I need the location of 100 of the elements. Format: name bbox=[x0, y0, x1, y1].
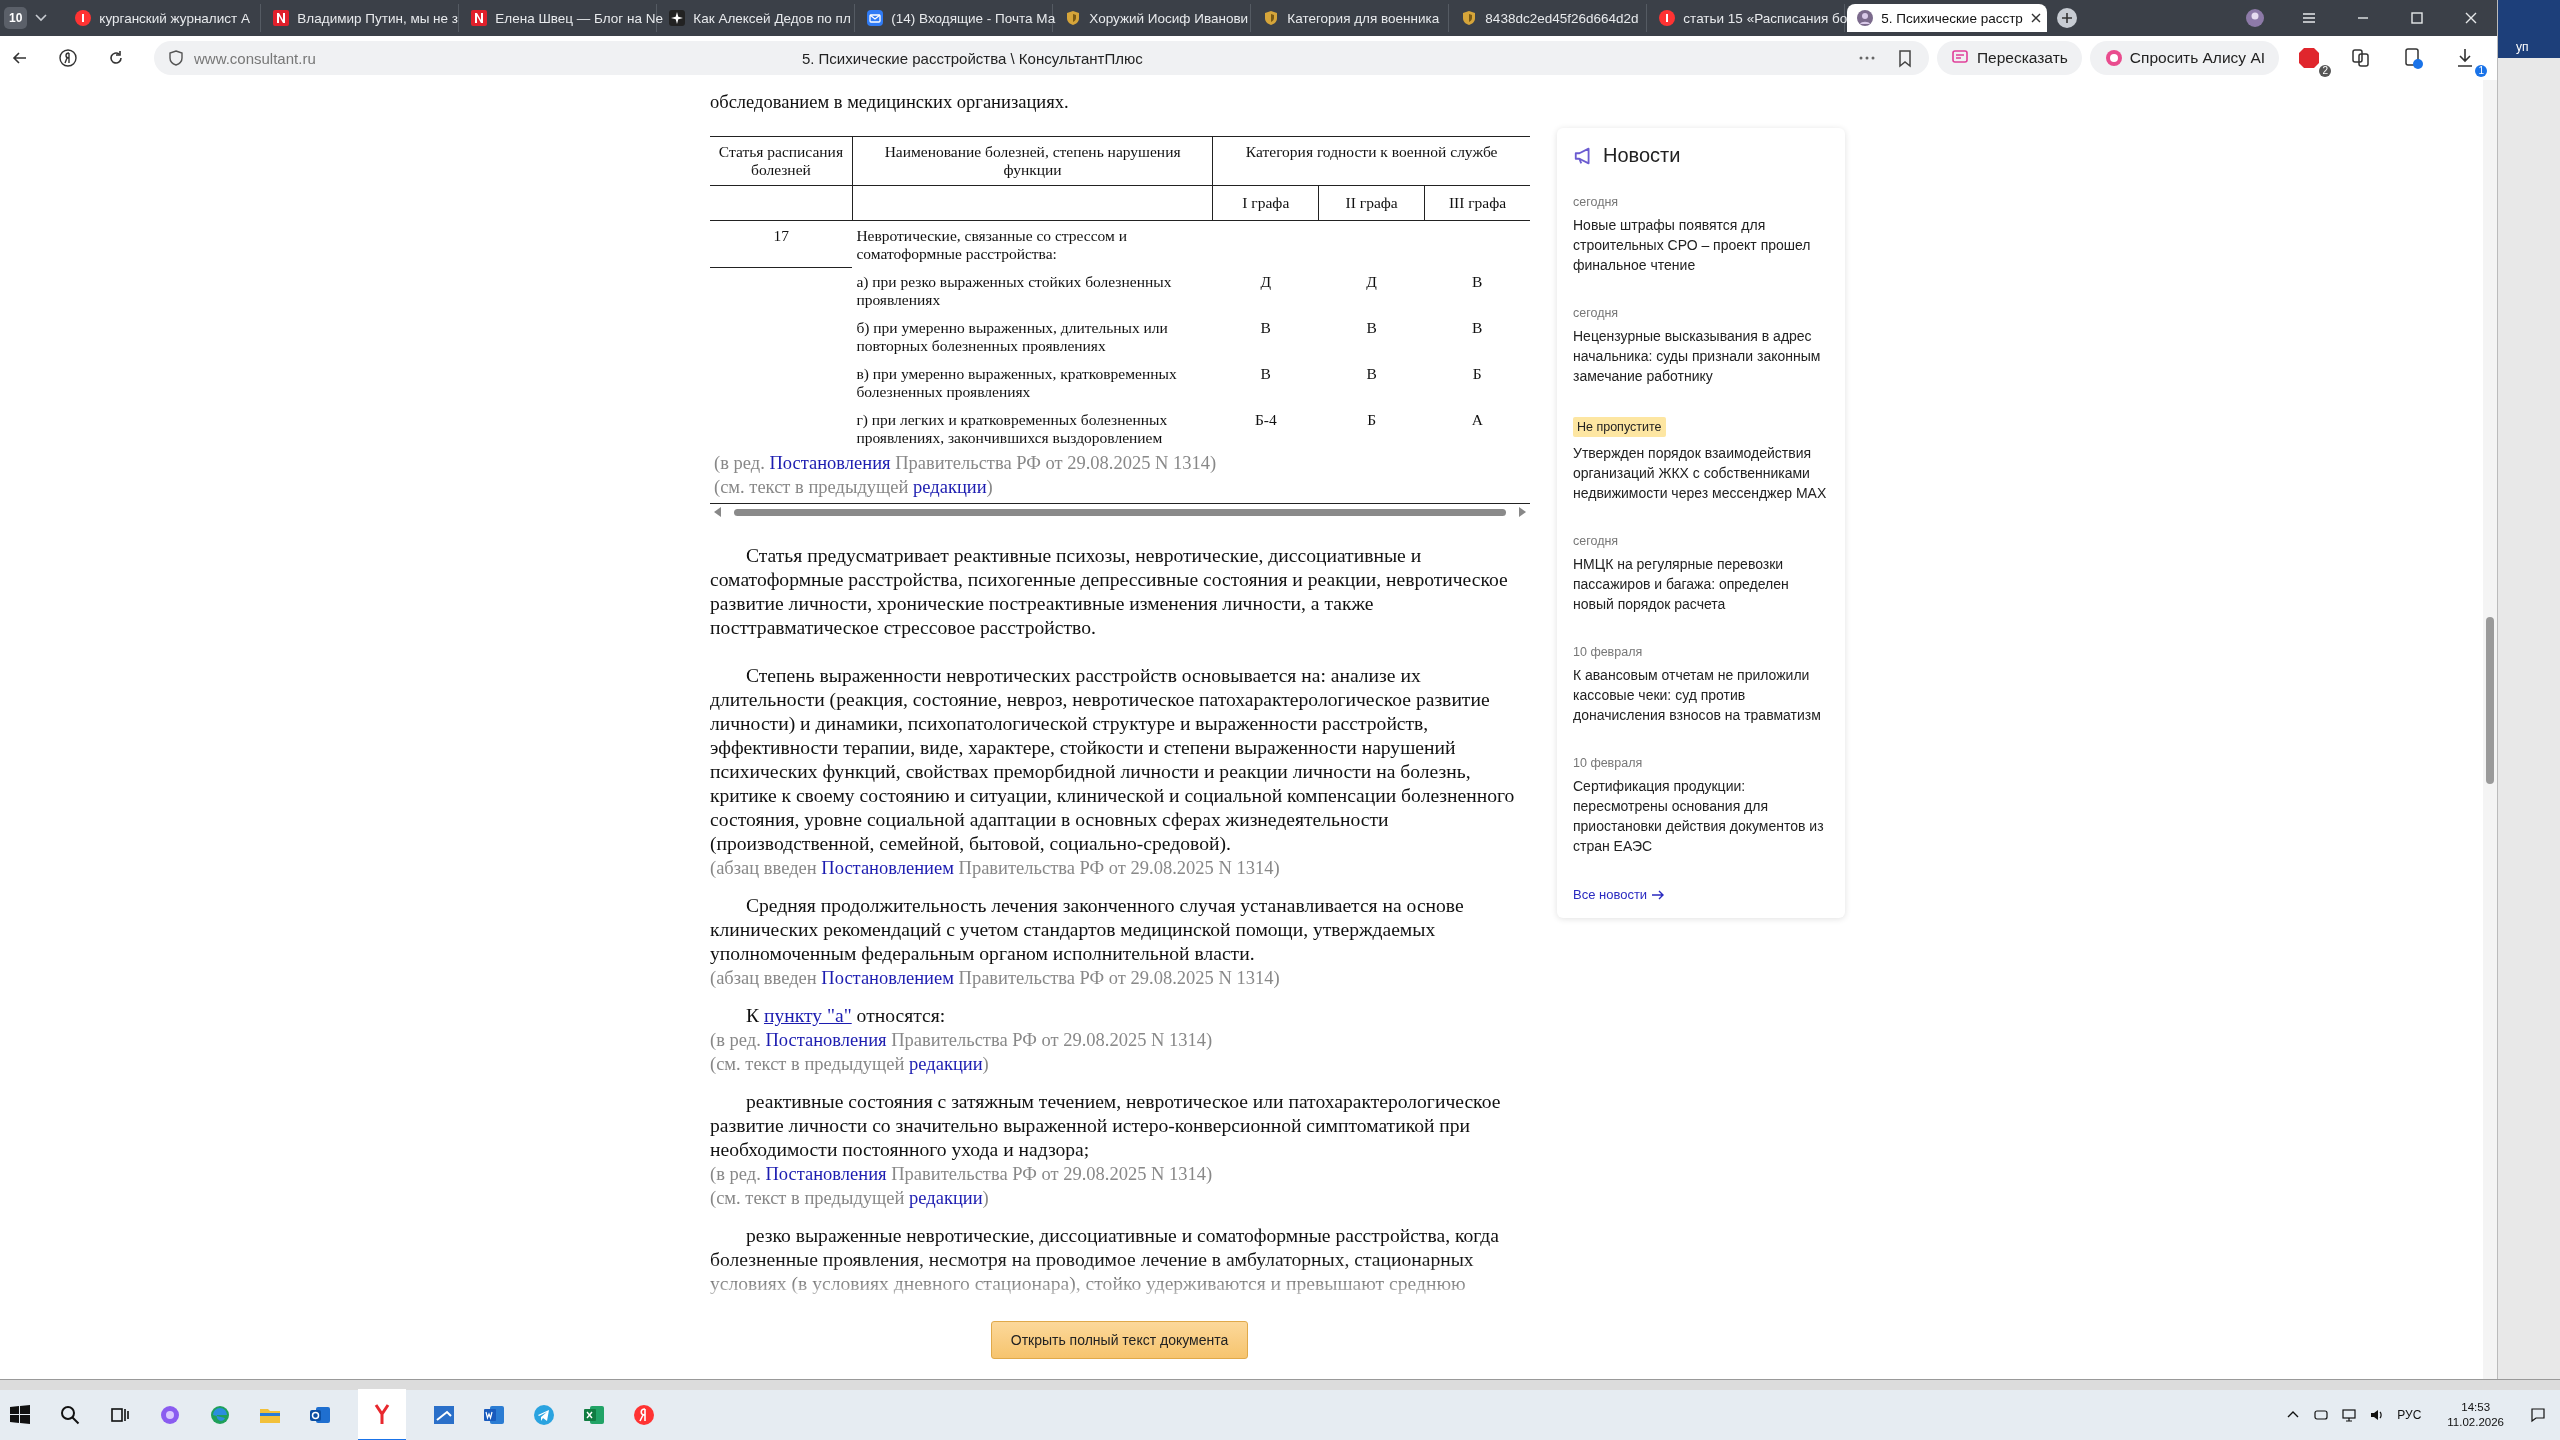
column-header: I графа bbox=[1212, 185, 1319, 221]
horizontal-scrollbar[interactable] bbox=[710, 503, 1530, 520]
adblock-icon[interactable] bbox=[2297, 46, 2322, 70]
new-tab-icon[interactable] bbox=[2057, 8, 2078, 28]
shield-icon bbox=[1263, 10, 1280, 26]
page-title: 5. Психические расстройства \ КонсультантПлюс bbox=[800, 49, 1144, 67]
yandex-app-icon[interactable] bbox=[632, 1403, 656, 1427]
excel-icon[interactable] bbox=[582, 1403, 606, 1427]
table-cell-text: б) при умеренно выраженных, длительных или повторных болезненных проявлениях bbox=[855, 318, 1169, 356]
news-link[interactable]: Сертификация продукции: пересмотрены основания для приостановки действия документов из стран ЕАЭС bbox=[1573, 776, 1829, 856]
table-cell-text: В bbox=[1365, 318, 1378, 338]
column-header: Категория годности к военной службе bbox=[1212, 136, 1530, 186]
close-icon[interactable] bbox=[2030, 13, 2041, 23]
scroll-left-icon[interactable] bbox=[714, 507, 722, 517]
table-cell-text: Д bbox=[1365, 272, 1378, 292]
table-cell-text: А bbox=[1470, 410, 1484, 430]
table-cell: Невротические, связанные со стрессом и соматоформные расстройства: bbox=[852, 220, 1213, 267]
search-icon[interactable] bbox=[58, 1403, 82, 1427]
language-indicator[interactable]: РУС bbox=[2397, 1408, 2422, 1422]
date: 11.02.2026 bbox=[2447, 1415, 2504, 1430]
tab-title: статьи 15 «Расписания бо bbox=[1683, 10, 1848, 26]
table-cell-text: г) при легких и кратковременных болезненных проявлениях, закончившихся выздоровлением bbox=[855, 410, 1169, 448]
news-date: 10 февраля bbox=[1573, 756, 1643, 770]
column-header: Наименование болезней, степень нарушения функции bbox=[852, 136, 1213, 186]
browser-tab[interactable]: 5. Психические расстр bbox=[1847, 4, 2048, 32]
column-header: II графа bbox=[1318, 185, 1425, 221]
link[interactable]: редакции bbox=[913, 477, 987, 497]
column-header: III графа bbox=[1424, 185, 1530, 221]
retell-button[interactable]: Пересказать bbox=[1936, 41, 2082, 75]
extension-badge: 2 bbox=[2319, 65, 2332, 77]
telegram-icon[interactable] bbox=[532, 1403, 556, 1427]
assistant-icon[interactable] bbox=[158, 1403, 182, 1427]
ask-alice-button[interactable]: Спросить Алису AI bbox=[2089, 41, 2280, 75]
link[interactable]: редакции bbox=[909, 1054, 983, 1074]
download-badge: 1 bbox=[2475, 65, 2488, 77]
scroll-right-icon[interactable] bbox=[1518, 507, 1526, 517]
windows-start-icon[interactable] bbox=[8, 1403, 32, 1427]
open-full-text-button[interactable]: Открыть полный текст документа bbox=[991, 1321, 1248, 1359]
table-cell-text: В bbox=[1471, 272, 1484, 292]
address-field[interactable]: www.consultant.ru 5. Психические расстройства \ КонсультантПлюс bbox=[154, 41, 1929, 75]
table-cell-text: Б bbox=[1471, 364, 1483, 384]
link[interactable]: Постановления bbox=[765, 1030, 887, 1050]
link[interactable]: Постановления bbox=[769, 453, 891, 473]
edition-note: (см. текст в предыдущей редакции) bbox=[710, 1187, 990, 1210]
chevron-down-icon[interactable] bbox=[35, 14, 48, 22]
news-link[interactable]: Новые штрафы появятся для строительных СРО – проект прошел финальное чтение bbox=[1573, 215, 1829, 275]
all-news-link[interactable]: Все новости bbox=[1573, 887, 1666, 902]
tab-count-button[interactable]: 10 bbox=[4, 7, 28, 29]
table-cell: а) при резко выраженных стойких болезненных проявлениях bbox=[852, 267, 1213, 313]
news-logo-icon bbox=[273, 10, 290, 26]
browser-tab[interactable]: Владимир Путин, мы не з bbox=[263, 4, 460, 32]
browser-tab[interactable]: статьи 15 «Расписания бо bbox=[1649, 4, 1846, 32]
tab-title: 8438dc2ed45f26d664d2d bbox=[1485, 10, 1639, 26]
browser-tab[interactable]: 8438dc2ed45f26d664d2d bbox=[1451, 4, 1648, 32]
site-logo-icon bbox=[75, 10, 92, 26]
news-link[interactable]: Утвержден порядок взаимодействия организаций ЖКХ с собственниками недвижимости через мессенджер MAX bbox=[1573, 443, 1829, 503]
tab-title: Владимир Путин, мы не з bbox=[297, 10, 459, 26]
tab-title: Категория для военника bbox=[1287, 10, 1440, 26]
link[interactable]: пункту "а" bbox=[763, 1005, 852, 1026]
news-link[interactable]: К авансовым отчетам не приложили кассовые чеки: суд против доначисления взносов на травматизм bbox=[1573, 665, 1829, 725]
news-badge: Не пропустите bbox=[1573, 417, 1666, 437]
news-link[interactable]: Нецензурные высказывания в адрес начальника: суды признали законным замечание работнику bbox=[1573, 326, 1829, 386]
avatar-icon bbox=[1857, 10, 1874, 26]
profile-icon[interactable] bbox=[2245, 8, 2266, 28]
link[interactable]: Постановлением bbox=[821, 858, 954, 878]
edition-note: (абзац введен Постановлением Правительства РФ от 29.08.2025 N 1314) bbox=[710, 857, 1281, 880]
yandex-circle-icon[interactable] bbox=[58, 48, 78, 68]
tab-title: Как Алексей Дедов по пл bbox=[693, 10, 851, 26]
edition-note: (см. текст в предыдущей редакции) bbox=[713, 476, 994, 499]
table-cell: 17 bbox=[710, 220, 853, 267]
word-icon[interactable] bbox=[482, 1403, 506, 1427]
table-cell-text: В bbox=[1259, 364, 1272, 384]
browser-tab[interactable]: Категория для военника bbox=[1253, 4, 1450, 32]
screenshot-tool-icon[interactable] bbox=[432, 1403, 456, 1427]
link[interactable]: редакции bbox=[909, 1188, 983, 1208]
edition-note: (в ред. Постановления Правительства РФ от 29.08.2025 N 1314) bbox=[713, 452, 1218, 475]
vertical-scrollbar[interactable] bbox=[2483, 80, 2498, 1379]
news-link[interactable]: НМЦК на регулярные перевозки пассажиров и багажа: определен новый порядок расчета bbox=[1573, 554, 1829, 614]
paragraph: К пункту "а" относятся: bbox=[745, 1004, 947, 1028]
link[interactable]: Постановления bbox=[765, 1164, 887, 1184]
edge-icon[interactable] bbox=[208, 1403, 232, 1427]
news-date: сегодня bbox=[1573, 534, 1619, 548]
paragraph: обследованием в медицинских организациях. bbox=[710, 91, 1070, 114]
tab-title: (14) Входящие - Почта Ма bbox=[891, 10, 1056, 26]
table-cell-text: Б-4 bbox=[1253, 410, 1278, 430]
notification-icon[interactable] bbox=[2530, 1407, 2546, 1423]
paragraph: Средняя продолжительность лечения законченного случая устанавливается на основе клинических рекомендаций с учетом стандартов медицинской помощи, утверждаемых уполномоченным федеральным органом исполнительной власти. bbox=[710, 894, 1465, 966]
window-title: уп bbox=[2498, 0, 2560, 58]
browser-tab[interactable]: курганский журналист А bbox=[65, 4, 262, 32]
browser-tab[interactable]: Хоружий Иосиф Иванови bbox=[1055, 4, 1252, 32]
browser-tab[interactable]: (14) Входящие - Почта Ма bbox=[857, 4, 1054, 32]
link[interactable]: Постановлением bbox=[821, 968, 954, 988]
tab-title: курганский журналист А bbox=[99, 10, 250, 26]
clock[interactable]: 14:53 11.02.2026 bbox=[2447, 1400, 2504, 1430]
tab-title: Хоружий Иосиф Иванови bbox=[1089, 10, 1249, 26]
edition-note: (см. текст в предыдущей редакции) bbox=[710, 1053, 990, 1076]
shield-icon bbox=[1461, 10, 1478, 26]
news-date: 10 февраля bbox=[1573, 645, 1643, 659]
paragraph: Статья предусматривает реактивные психозы, невротические, диссоциативные и соматоформные расстройства, психогенные депрессивные состояния и реакции, невротическое развитие личности, хронические постреактивные изменения личности, а также посттравматическое стрессовое расстройство. bbox=[710, 544, 1509, 640]
news-logo-icon bbox=[471, 10, 488, 26]
